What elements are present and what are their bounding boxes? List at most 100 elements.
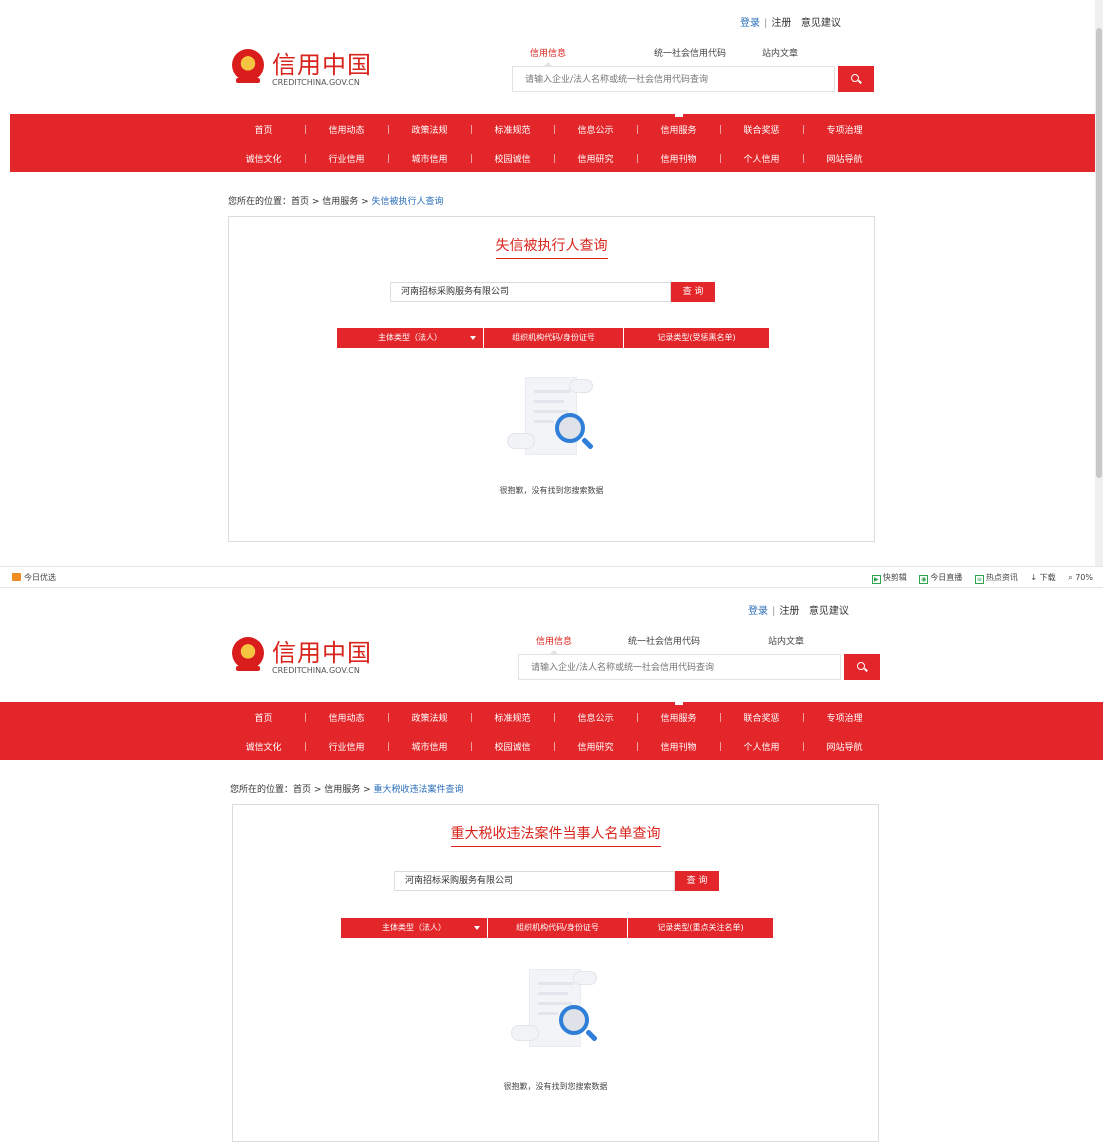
- nav-item[interactable]: 信用研究: [554, 740, 637, 753]
- play-icon: ▶: [871, 575, 881, 584]
- zoom-icon: ⌕: [1068, 573, 1073, 582]
- search-input[interactable]: [519, 656, 840, 680]
- nav-item[interactable]: 标准规范: [471, 123, 554, 136]
- download-button[interactable]: ↓ 下载: [1030, 573, 1055, 582]
- nav-item[interactable]: 信用刊物: [637, 152, 720, 165]
- top-links: 登录 | 注册 意见建议: [748, 606, 849, 617]
- nav-item[interactable]: 联合奖惩: [720, 711, 803, 724]
- cloud-icon: [569, 379, 593, 393]
- nav-item[interactable]: 专项治理: [803, 123, 886, 136]
- nav-item[interactable]: 诚信文化: [222, 152, 305, 165]
- login-link[interactable]: 登录: [748, 606, 768, 617]
- national-emblem-icon: [232, 637, 264, 669]
- nav-item[interactable]: 信用动态: [305, 123, 388, 136]
- company-query-input[interactable]: 河南招标采购服务有限公司: [390, 282, 671, 302]
- breadcrumb: 您所在的位置：首页 > 信用服务 > 重大税收违法案件查询: [230, 782, 464, 795]
- breadcrumb-current[interactable]: 重大税收违法案件查询: [374, 785, 464, 795]
- search-button[interactable]: [838, 66, 874, 92]
- no-results-illustration: [505, 959, 615, 1059]
- query-button[interactable]: 查 询: [671, 282, 715, 302]
- breadcrumb-current[interactable]: 失信被执行人查询: [372, 197, 444, 207]
- browser-screenshot-1: 登录 | 注册 意见建议 信用中国 CREDITCHINA.GOV.CN 信用信息 …: [0, 0, 1103, 566]
- nav-item[interactable]: 标准规范: [471, 711, 554, 724]
- tab-credit-info[interactable]: 信用信息: [530, 46, 566, 67]
- status-tools: ▶ 快剪辑 ◉ 今日直播 ≡ 热点资讯 ↓ 下载 ⌕ 70%: [862, 572, 1093, 584]
- query-panel: 失信被执行人查询 河南招标采购服务有限公司 查 询 主体类型（法人） 组织机构代…: [228, 216, 875, 542]
- download-icon: ↓: [1030, 573, 1038, 582]
- entity-type-dropdown[interactable]: 主体类型（法人）: [341, 918, 487, 938]
- tab-credit-info[interactable]: 信用信息: [536, 634, 572, 655]
- nav-item[interactable]: 城市信用: [388, 740, 471, 753]
- top-links: 登录 | 注册 意见建议: [740, 18, 841, 29]
- company-query-input[interactable]: 河南招标采购服务有限公司: [394, 871, 675, 891]
- search-box: [518, 654, 841, 680]
- today-picks[interactable]: 今日优选: [12, 572, 56, 583]
- nav-item[interactable]: 诚信文化: [222, 740, 305, 753]
- breadcrumb: 您所在的位置：首页 > 信用服务 > 失信被执行人查询: [228, 194, 444, 207]
- nav-item[interactable]: 信用刊物: [637, 740, 720, 753]
- tab-unified-code[interactable]: 统一社会信用代码: [654, 46, 726, 59]
- nav-item[interactable]: 首页: [222, 711, 305, 724]
- id-number-filter[interactable]: 组织机构代码/身份证号: [483, 328, 623, 348]
- nav-item[interactable]: 信息公示: [554, 711, 637, 724]
- tab-site-articles[interactable]: 站内文章: [768, 634, 804, 647]
- zoom-level[interactable]: ⌕ 70%: [1068, 573, 1093, 582]
- nav-item[interactable]: 信用动态: [305, 711, 388, 724]
- breadcrumb-path[interactable]: 您所在的位置：首页 > 信用服务 >: [230, 785, 374, 795]
- breadcrumb-path[interactable]: 您所在的位置：首页 > 信用服务 >: [228, 197, 372, 207]
- nav-item[interactable]: 网站导航: [803, 152, 886, 165]
- feedback-link[interactable]: 意见建议: [801, 18, 841, 29]
- empty-message: 很抱歉，没有找到您搜索数据: [503, 1082, 608, 1091]
- filter-bar: 主体类型（法人） 组织机构代码/身份证号 记录类型(重点关注名单): [341, 918, 773, 938]
- nav-item[interactable]: 个人信用: [720, 152, 803, 165]
- logo-title: 信用中国: [272, 51, 372, 79]
- nav-row-1: 首页 信用动态 政策法规 标准规范 信息公示 信用服务 联合奖惩 专项治理: [222, 702, 886, 724]
- scrollbar-thumb[interactable]: [1096, 28, 1102, 478]
- tab-site-articles[interactable]: 站内文章: [762, 46, 798, 59]
- feedback-link[interactable]: 意见建议: [809, 606, 849, 617]
- record-type-filter[interactable]: 记录类型(重点关注名单): [627, 918, 773, 938]
- hot-news-button[interactable]: ≡ 热点资讯: [974, 573, 1018, 584]
- nav-item[interactable]: 行业信用: [305, 740, 388, 753]
- tab-unified-code[interactable]: 统一社会信用代码: [628, 634, 700, 647]
- register-link[interactable]: 注册: [771, 18, 791, 29]
- main-nav: 首页 信用动态 政策法规 标准规范 信息公示 信用服务 联合奖惩 专项治理 诚信…: [10, 114, 1103, 172]
- chevron-down-icon: [470, 336, 476, 340]
- nav-item[interactable]: 行业信用: [305, 152, 388, 165]
- nav-item[interactable]: 信用研究: [554, 152, 637, 165]
- live-icon: ◉: [919, 575, 929, 584]
- search-input[interactable]: [513, 68, 834, 92]
- nav-item[interactable]: 政策法规: [388, 123, 471, 136]
- nav-item-current[interactable]: 信用服务: [637, 702, 720, 724]
- no-results-illustration: [501, 367, 611, 467]
- nav-item[interactable]: 校园诚信: [471, 740, 554, 753]
- record-type-filter[interactable]: 记录类型(受惩黑名单): [623, 328, 769, 348]
- search-button[interactable]: [844, 654, 880, 680]
- entity-type-dropdown[interactable]: 主体类型（法人）: [337, 328, 483, 348]
- nav-item[interactable]: 联合奖惩: [720, 123, 803, 136]
- login-link[interactable]: 登录: [740, 18, 760, 29]
- id-number-filter[interactable]: 组织机构代码/身份证号: [487, 918, 627, 938]
- logo-domain: CREDITCHINA.GOV.CN: [272, 666, 360, 675]
- scrollbar[interactable]: [1095, 0, 1103, 566]
- nav-item[interactable]: 城市信用: [388, 152, 471, 165]
- browser-screenshot-2: 登录 | 注册 意见建议 信用中国 CREDITCHINA.GOV.CN 信用信息 …: [0, 588, 1103, 1148]
- magnifier-icon: [559, 1005, 589, 1035]
- query-button[interactable]: 查 询: [675, 871, 719, 891]
- quick-clip-button[interactable]: ▶ 快剪辑: [871, 573, 907, 584]
- nav-item[interactable]: 专项治理: [803, 711, 886, 724]
- nav-item[interactable]: 校园诚信: [471, 152, 554, 165]
- nav-item[interactable]: 政策法规: [388, 711, 471, 724]
- nav-item[interactable]: 个人信用: [720, 740, 803, 753]
- nav-item[interactable]: 信息公示: [554, 123, 637, 136]
- nav-item-current[interactable]: 信用服务: [637, 114, 720, 136]
- browser-status-bar: 今日优选 ▶ 快剪辑 ◉ 今日直播 ≡ 热点资讯 ↓ 下载 ⌕ 70%: [0, 566, 1103, 588]
- nav-item[interactable]: 首页: [222, 123, 305, 136]
- register-link[interactable]: 注册: [779, 606, 799, 617]
- nav-item[interactable]: 网站导航: [803, 740, 886, 753]
- nav-row-1: 首页 信用动态 政策法规 标准规范 信息公示 信用服务 联合奖惩 专项治理: [222, 114, 886, 136]
- magnifier-icon: [555, 413, 585, 443]
- query-panel: 重大税收违法案件当事人名单查询 河南招标采购服务有限公司 查 询 主体类型（法人…: [232, 804, 879, 1142]
- live-button[interactable]: ◉ 今日直播: [919, 573, 962, 584]
- filter-bar: 主体类型（法人） 组织机构代码/身份证号 记录类型(受惩黑名单): [337, 328, 769, 348]
